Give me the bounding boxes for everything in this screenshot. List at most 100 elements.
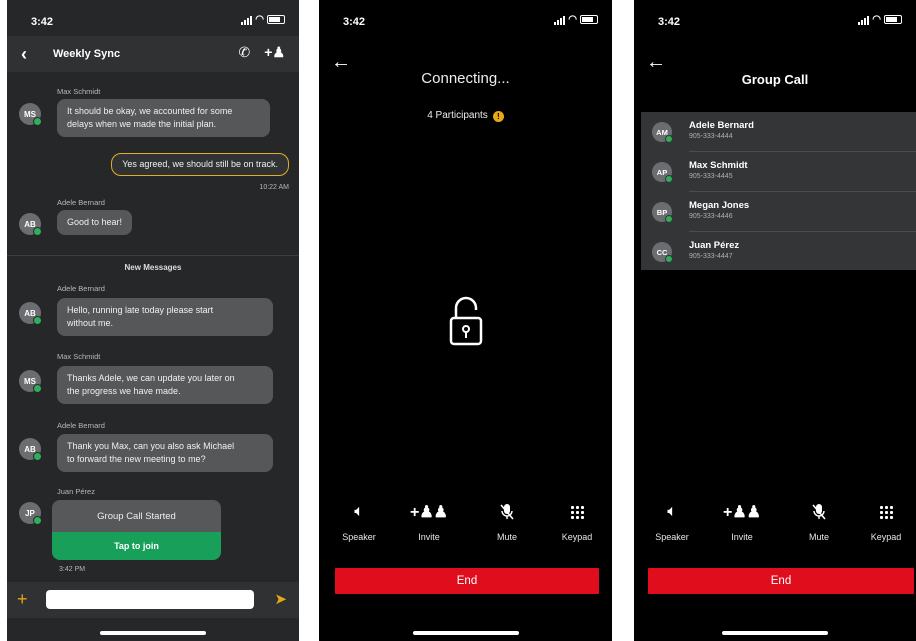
group-call-title: Group Call Started bbox=[52, 500, 221, 532]
message-timestamp: 3:42 PM bbox=[59, 566, 86, 573]
online-indicator bbox=[33, 316, 42, 325]
message-bubble[interactable]: Thank you Max, can you also ask Michael … bbox=[57, 434, 273, 472]
online-indicator bbox=[33, 384, 42, 393]
message-sender: Max Schmidt bbox=[57, 352, 101, 361]
battery-icon bbox=[267, 15, 285, 24]
mic-off-icon bbox=[477, 500, 537, 524]
back-arrow-icon[interactable]: ← bbox=[646, 52, 666, 72]
participants-count[interactable]: 4 Participants! bbox=[319, 110, 612, 122]
tap-to-join-button[interactable]: Tap to join bbox=[52, 532, 221, 560]
keypad-button[interactable]: Keypad bbox=[547, 500, 607, 542]
status-time: 3:42 bbox=[31, 16, 54, 28]
invite-button[interactable]: +♟♟ Invite bbox=[399, 500, 459, 542]
outgoing-message-bubble[interactable]: Yes agreed, we should still be on track. bbox=[111, 153, 289, 176]
end-call-button[interactable]: End bbox=[335, 568, 599, 594]
message-bubble[interactable]: Good to hear! bbox=[57, 210, 133, 235]
participant-row[interactable]: AM Adele Bernard 905-333-4444 bbox=[641, 112, 916, 152]
wifi-icon: ◠ bbox=[872, 14, 881, 25]
group-call-card: Group Call Started Tap to join bbox=[52, 500, 221, 560]
keypad-icon bbox=[547, 500, 607, 524]
home-indicator bbox=[412, 631, 519, 635]
call-controls: 🔈︎ Speaker +♟♟ Invite Mute Keypad bbox=[634, 500, 916, 556]
message-composer: + ➤ bbox=[7, 582, 299, 618]
back-chevron-icon[interactable]: ‹ bbox=[21, 44, 27, 65]
phone-icon[interactable]: ✆ bbox=[239, 44, 251, 61]
avatar[interactable]: MS bbox=[19, 103, 42, 126]
participant-name: Adele Bernard bbox=[689, 120, 754, 131]
signal-icon bbox=[554, 16, 566, 25]
status-bar: 3:42 ◠ bbox=[319, 14, 612, 30]
status-bar: 3:42 ◠ bbox=[7, 14, 299, 30]
participant-phone: 905-333-4445 bbox=[689, 173, 733, 180]
wifi-icon: ◠ bbox=[568, 14, 577, 25]
message-sender: Adele Bernard bbox=[57, 198, 105, 207]
chat-screen: 3:42 ◠ ‹ Weekly Sync ✆ +♟ Max Schmidt MS… bbox=[7, 0, 299, 641]
participant-name: Megan Jones bbox=[689, 200, 750, 211]
info-icon[interactable]: ! bbox=[492, 111, 504, 122]
chat-title: Weekly Sync bbox=[53, 48, 121, 60]
keypad-icon bbox=[856, 500, 916, 524]
avatar[interactable]: AB bbox=[19, 438, 42, 461]
status-time: 3:42 bbox=[658, 16, 681, 28]
back-arrow-icon[interactable]: ← bbox=[331, 52, 351, 72]
online-indicator bbox=[665, 215, 673, 223]
message-timestamp: 10:22 AM bbox=[259, 184, 289, 191]
plus-icon[interactable]: + bbox=[17, 590, 28, 608]
avatar: AM bbox=[652, 122, 673, 143]
avatar: AP bbox=[652, 162, 673, 183]
avatar[interactable]: JP bbox=[19, 502, 42, 525]
participant-row[interactable]: BP Megan Jones 905-333-4446 bbox=[641, 192, 916, 232]
online-indicator bbox=[665, 175, 673, 183]
participant-list: AM Adele Bernard 905-333-4444 AP Max Sch… bbox=[641, 112, 916, 270]
keypad-button[interactable]: Keypad bbox=[856, 500, 916, 542]
online-indicator bbox=[33, 452, 42, 461]
online-indicator bbox=[665, 135, 673, 143]
message-bubble[interactable]: Thanks Adele, we can update you later on… bbox=[57, 366, 273, 404]
home-indicator bbox=[100, 631, 206, 635]
participant-row[interactable]: CC Juan Pérez 905-333-4447 bbox=[641, 232, 916, 272]
avatar: CC bbox=[652, 242, 673, 263]
message-bubble[interactable]: It should be okay, we accounted for some… bbox=[57, 99, 270, 137]
add-people-icon: +♟♟ bbox=[409, 504, 449, 521]
message-bubble[interactable]: Hello, running late today please start w… bbox=[57, 298, 273, 336]
online-indicator bbox=[33, 117, 42, 126]
participant-row[interactable]: AP Max Schmidt 905-333-4445 bbox=[641, 152, 916, 192]
avatar: BP bbox=[652, 202, 673, 223]
message-sender: Juan Pérez bbox=[57, 487, 95, 496]
avatar[interactable]: AB bbox=[19, 302, 42, 325]
add-people-icon: +♟♟ bbox=[722, 504, 762, 521]
connecting-title: Connecting... bbox=[421, 70, 510, 87]
home-indicator bbox=[722, 631, 828, 635]
message-sender: Adele Bernard bbox=[57, 421, 105, 430]
speaker-icon: 🔈︎ bbox=[667, 503, 677, 520]
online-indicator bbox=[33, 516, 42, 525]
message-sender: Adele Bernard bbox=[57, 284, 105, 293]
divider bbox=[7, 255, 299, 256]
invite-button[interactable]: +♟♟ Invite bbox=[712, 500, 772, 542]
participant-phone: 905-333-4446 bbox=[689, 213, 733, 220]
avatar[interactable]: MS bbox=[19, 370, 42, 393]
message-sender: Max Schmidt bbox=[57, 87, 101, 96]
speaker-button[interactable]: 🔈︎ Speaker bbox=[329, 500, 389, 542]
online-indicator bbox=[33, 227, 42, 236]
speaker-button[interactable]: 🔈︎ Speaker bbox=[642, 500, 702, 542]
participant-name: Max Schmidt bbox=[689, 160, 748, 171]
mute-button[interactable]: Mute bbox=[477, 500, 537, 542]
mic-off-icon bbox=[789, 500, 849, 524]
connecting-screen: 3:42 ◠ ← Connecting... 4 Participants! 🔈… bbox=[319, 0, 612, 641]
avatar[interactable]: AB bbox=[19, 213, 42, 236]
battery-icon bbox=[580, 15, 598, 24]
mute-button[interactable]: Mute bbox=[789, 500, 849, 542]
message-input[interactable] bbox=[46, 590, 254, 609]
participant-name: Juan Pérez bbox=[689, 240, 740, 251]
signal-icon bbox=[858, 16, 870, 25]
signal-icon bbox=[241, 16, 253, 25]
add-person-icon[interactable]: +♟ bbox=[264, 44, 285, 61]
unlocked-padlock-icon bbox=[449, 296, 483, 346]
send-icon[interactable]: ➤ bbox=[274, 590, 287, 608]
online-indicator bbox=[665, 255, 673, 263]
end-call-button[interactable]: End bbox=[648, 568, 914, 594]
call-controls: 🔈︎ Speaker +♟♟ Invite Mute Keypad bbox=[319, 500, 612, 556]
speaker-icon: 🔈︎ bbox=[354, 503, 364, 520]
status-time: 3:42 bbox=[343, 16, 366, 28]
